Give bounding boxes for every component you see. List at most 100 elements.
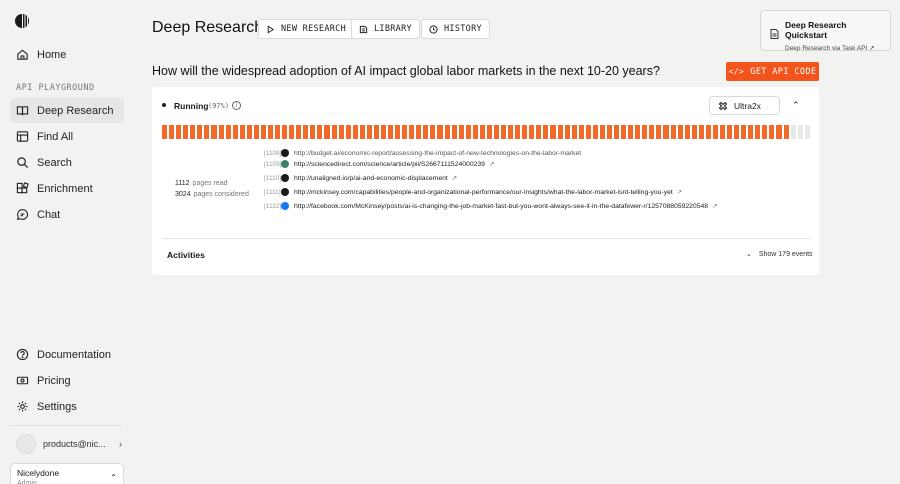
history-button[interactable]: HISTORY: [421, 19, 490, 39]
list-item[interactable]: [1111] http://mckinsey.com/capabilities/…: [264, 185, 804, 199]
progress-segment: [310, 125, 316, 139]
sidebar-item-chat[interactable]: Chat: [10, 202, 124, 227]
progress-segment: [578, 125, 584, 139]
progress-segment: [204, 125, 210, 139]
model-selector[interactable]: Ultra2x: [709, 96, 780, 115]
chat-icon: [16, 208, 29, 221]
progress-segment: [239, 125, 245, 139]
favicon: [281, 188, 289, 196]
progress-segment: [529, 125, 535, 139]
home-icon: [16, 48, 29, 61]
source-url: http://unaligned.io/p/ai-and-economic-di…: [294, 174, 448, 182]
org-name: Nicelydone: [17, 468, 60, 478]
help-icon: [16, 348, 29, 361]
quickstart-title: Deep Research Quickstart: [785, 20, 847, 40]
table-icon: [16, 130, 29, 143]
info-icon[interactable]: i: [232, 101, 241, 110]
new-research-label: NEW RESEARCH: [281, 24, 347, 34]
progress-segment: [698, 125, 704, 139]
progress-segment: [628, 125, 634, 139]
list-item[interactable]: [1112] http://facebook.com/McKinsey/post…: [264, 199, 804, 213]
pages-read-count: 1112: [175, 180, 190, 187]
external-link-icon: ↗: [488, 161, 495, 168]
progress-segment: [769, 125, 775, 139]
list-item[interactable]: [1109] http://sciencedirect.com/science/…: [264, 157, 804, 171]
org-switcher[interactable]: Nicelydone Admin ⌃: [10, 463, 124, 484]
progress-segment: [606, 125, 612, 139]
sidebar-item-settings[interactable]: Settings: [10, 394, 124, 419]
chevron-up-icon[interactable]: ⌃: [792, 100, 800, 111]
user-menu[interactable]: products@nic... ›: [16, 434, 122, 454]
progress-segment: [416, 125, 422, 139]
get-api-code-button[interactable]: </> GET API CODE: [726, 62, 819, 81]
progress-segment: [614, 125, 620, 139]
progress-segment: [197, 125, 203, 139]
sidebar-item-label: Documentation: [37, 348, 111, 361]
sidebar-item-deep-research[interactable]: Deep Research: [10, 98, 124, 123]
progress-segment: [592, 125, 598, 139]
show-events-toggle[interactable]: ⌄ Show 179 events: [746, 250, 813, 258]
pages-considered-label: pages considered: [193, 191, 249, 198]
progress-segment: [373, 125, 379, 139]
source-index: [1109]: [264, 160, 282, 168]
progress-segment: [656, 125, 662, 139]
page-title: Deep Research: [152, 19, 264, 36]
progress-segment: [585, 125, 591, 139]
progress-segment: [338, 125, 344, 139]
sidebar-item-home[interactable]: Home: [10, 42, 124, 67]
progress-segment: [677, 125, 683, 139]
sidebar-item-documentation[interactable]: Documentation: [10, 342, 124, 367]
progress-segment: [522, 125, 528, 139]
progress-segment: [493, 125, 499, 139]
progress-segment: [395, 125, 401, 139]
new-research-button[interactable]: NEW RESEARCH: [258, 19, 355, 39]
quickstart-card[interactable]: Deep Research Quickstart Deep Research v…: [760, 10, 891, 52]
source-index: [1108]: [264, 150, 282, 157]
list-item[interactable]: [1110] http://unaligned.io/p/ai-and-econ…: [264, 171, 804, 185]
activities-heading: Activities: [167, 250, 205, 260]
source-index: [1112]: [264, 202, 282, 210]
status-dot: [162, 103, 166, 107]
progress-segment: [380, 125, 386, 139]
library-label: LIBRARY: [374, 24, 412, 34]
progress-segment: [783, 125, 789, 139]
logo-icon[interactable]: [15, 14, 29, 28]
page-stats: 1112 pages read 3024 pages considered: [175, 178, 249, 200]
favicon: [281, 174, 289, 182]
progress-bar: [162, 125, 810, 139]
sidebar: Home API PLAYGROUND Deep Research Find A…: [0, 0, 132, 484]
sidebar-item-pricing[interactable]: Pricing: [10, 368, 124, 393]
sidebar-item-find-all[interactable]: Find All: [10, 124, 124, 149]
org-role: Admin: [17, 480, 37, 484]
sidebar-item-enrichment[interactable]: Enrichment: [10, 176, 124, 201]
book-icon: [16, 104, 29, 117]
source-url: http://facebook.com/McKinsey/posts/ai-is…: [294, 202, 709, 210]
chevron-down-icon: ⌄: [746, 251, 752, 258]
progress-segment: [190, 125, 196, 139]
progress-segment: [451, 125, 457, 139]
progress-segment: [564, 125, 570, 139]
progress-segment: [734, 125, 740, 139]
play-icon: [266, 24, 275, 34]
avatar: [16, 434, 36, 454]
progress-segment: [430, 125, 436, 139]
list-item[interactable]: [1108] http://budget.ai/economic-report/…: [264, 148, 804, 157]
money-icon: [16, 374, 29, 387]
sidebar-divider: [10, 425, 122, 426]
progress-segment: [465, 125, 471, 139]
sidebar-item-search[interactable]: Search: [10, 150, 124, 175]
library-button[interactable]: LIBRARY: [351, 19, 420, 39]
progress-segment: [402, 125, 408, 139]
progress-segment: [599, 125, 605, 139]
progress-segment: [176, 125, 182, 139]
progress-segment: [790, 125, 796, 139]
source-url: http://budget.ai/economic-report/assessi…: [294, 150, 582, 157]
progress-segment: [409, 125, 415, 139]
progress-segment: [642, 125, 648, 139]
progress-segment: [366, 125, 372, 139]
progress-segment: [719, 125, 725, 139]
progress-segment: [296, 125, 302, 139]
progress-segment: [635, 125, 641, 139]
favicon: [281, 149, 289, 157]
progress-segment: [776, 125, 782, 139]
